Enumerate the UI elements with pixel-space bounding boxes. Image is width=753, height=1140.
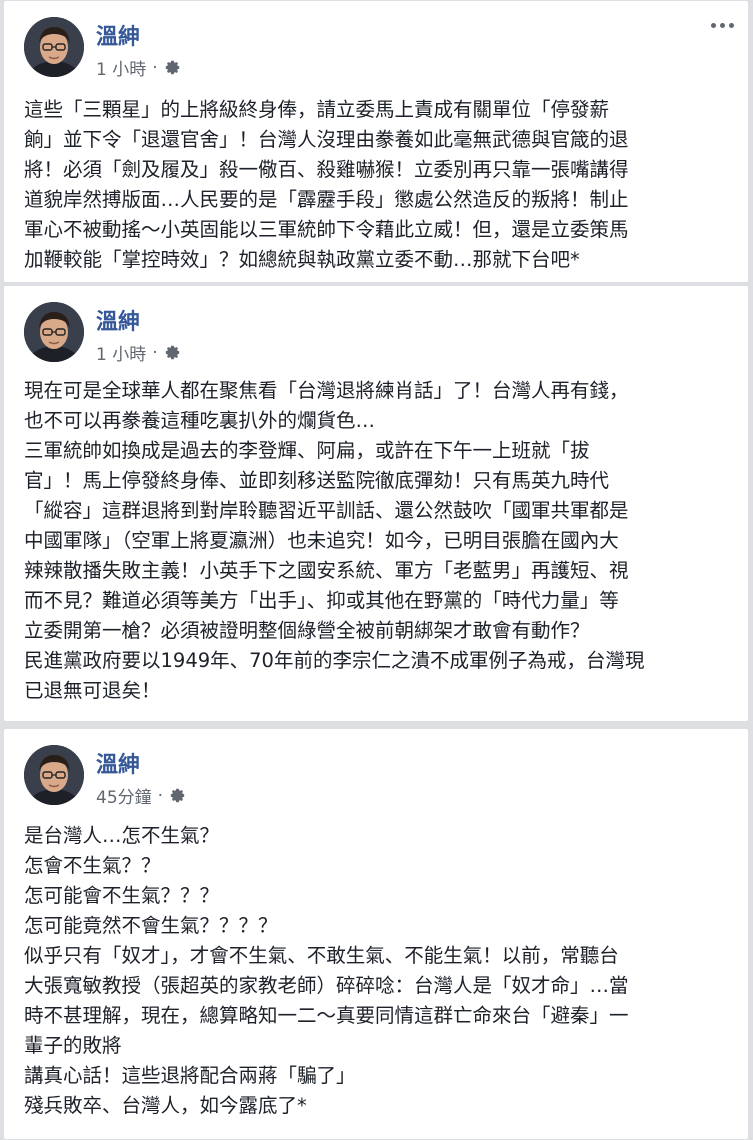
gear-icon[interactable]: [164, 344, 181, 361]
author-name[interactable]: 溫紳: [96, 747, 140, 779]
post-line: 辣辣散播失敗主義！小英手下之國安系統、軍方「老藍男」再護短、視: [24, 559, 629, 582]
post-line: 現在可是全球華人都在聚焦看「台灣退將練肖話」了！台灣人再有錢，: [24, 379, 629, 402]
post-card: 溫紳 45分鐘 · 是台灣人…怎不生氣？ 怎會不生氣？？ 怎可能會不生氣？？？ …: [3, 728, 749, 1140]
post-line: 中國軍隊」（空軍上將夏瀛洲）也未追究！如今，已明目張膽在國內大: [24, 529, 619, 552]
post-line: 怎可能竟然不會生氣？？？？: [24, 914, 278, 937]
post-line: 餉」並下令「退還官舍」！台灣人沒理由豢養如此毫無武德與官箴的退: [24, 128, 629, 151]
post-line: 而不見？難道必須等美方「出手」、抑或其他在野黨的「時代力量」等: [24, 589, 619, 612]
post-line: 民進黨政府要以1949年、70年前的李宗仁之潰不成軍例子為戒，台灣現: [24, 649, 645, 672]
post-line: 「縱容」這群退將到對岸聆聽習近平訓話、還公然鼓吹「國軍共軍都是: [24, 499, 629, 522]
post-line: 怎可能會不生氣？？？: [24, 884, 220, 907]
avatar[interactable]: [24, 17, 84, 77]
avatar[interactable]: [24, 745, 84, 805]
post-line: 講真心話！這些退將配合兩蔣「騙了」: [24, 1064, 356, 1087]
post-line: 殘兵敗卒、台灣人，如今露底了*: [24, 1094, 307, 1117]
post-line: 時不甚理解，現在，總算略知一二～真要同情這群亡命來台「避秦」一: [24, 1004, 629, 1027]
separator-dot: ·: [152, 57, 158, 78]
gear-icon[interactable]: [164, 59, 181, 76]
post-line: 似乎只有「奴才」，才會不生氣、不敢生氣、不能生氣！以前，常聽台: [24, 944, 619, 967]
separator-dot: ·: [157, 785, 164, 806]
post-line: 軍心不被動搖～小英固能以三軍統帥下令藉此立威！但，還是立委策馬: [24, 218, 629, 241]
more-options-icon[interactable]: [711, 23, 734, 28]
post-line: 官」！馬上停發終身俸、並即刻移送監院徹底彈劾！只有馬英九時代: [24, 469, 610, 492]
post-line: 三軍統帥如換成是過去的李登輝、阿扁，或許在下午一上班就「拔: [24, 439, 590, 462]
post-line: 也不可以再豢養這種吃裏扒外的爛貨色…: [24, 409, 376, 432]
post-line: 怎會不生氣？？: [24, 854, 161, 877]
post-body: 是台灣人…怎不生氣？ 怎會不生氣？？ 怎可能會不生氣？？？ 怎可能竟然不會生氣？…: [24, 821, 730, 1121]
avatar[interactable]: [24, 302, 84, 362]
post-card: 溫紳 1 小時 · 現在可是全球華人都在聚焦看「台灣退將練肖話」了！台灣人再有錢…: [3, 285, 749, 722]
post-line: 輩子的敗將: [24, 1034, 122, 1057]
post-timestamp[interactable]: 1 小時: [96, 55, 146, 80]
post-timestamp[interactable]: 45分鐘: [96, 783, 152, 808]
post-line: 將！必須「劍及履及」殺一儆百、殺雞嚇猴！立委別再只靠一張嘴講得: [24, 158, 629, 181]
post-line: 是台灣人…怎不生氣？: [24, 824, 220, 847]
post-line: 道貌岸然搏版面…人民要的是「霹靂手段」懲處公然造反的叛將！制止: [24, 188, 629, 211]
post-line: 加鞭較能「掌控時效」？如總統與執政黨立委不動…那就下台吧*: [24, 248, 580, 271]
post-meta: 1 小時 ·: [96, 55, 181, 80]
post-line: 立委開第一槍？必須被證明整個綠營全被前朝綁架才敢會有動作？: [24, 619, 590, 642]
post-body: 這些「三顆星」的上將級終身俸，請立委馬上責成有關單位「停發薪 餉」並下令「退還官…: [24, 95, 730, 275]
author-name[interactable]: 溫紳: [96, 19, 140, 51]
post-line: 大張寬敏教授（張超英的家教老師）碎碎唸：台灣人是「奴才命」…當: [24, 974, 629, 997]
post-body: 現在可是全球華人都在聚焦看「台灣退將練肖話」了！台灣人再有錢， 也不可以再豢養這…: [24, 376, 730, 706]
post-line: 這些「三顆星」的上將級終身俸，請立委馬上責成有關單位「停發薪: [24, 98, 610, 121]
post-line: 已退無可退矣！: [24, 679, 161, 702]
post-meta: 1 小時 ·: [96, 340, 181, 365]
separator-dot: ·: [152, 342, 158, 363]
post-meta: 45分鐘 ·: [96, 783, 186, 808]
gear-icon[interactable]: [169, 787, 186, 804]
author-name[interactable]: 溫紳: [96, 304, 140, 336]
post-card: 溫紳 1 小時 · 這些「三顆星」的上將級終身俸，請立委馬上責成有關單位「停發薪…: [3, 0, 749, 283]
post-timestamp[interactable]: 1 小時: [96, 340, 146, 365]
